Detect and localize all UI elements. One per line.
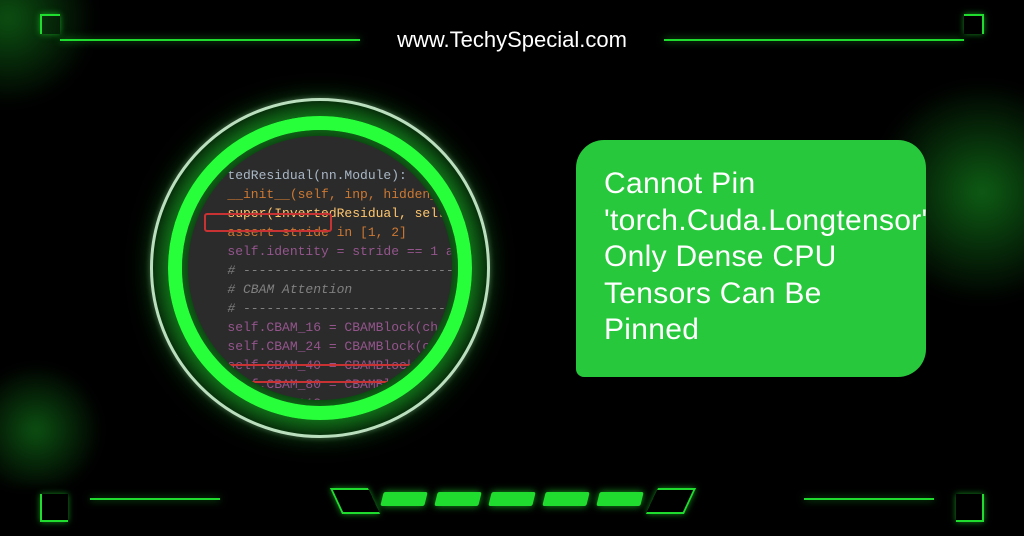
- code-line: super(InvertedResidual, self): [198, 204, 452, 223]
- site-name-label: www.TechySpecial.com: [397, 27, 627, 53]
- code-line: self.CBAM_24 = CBAMBlock(chann: [198, 337, 452, 356]
- code-line: vertedResidual(nn.Module):: [198, 166, 452, 185]
- corner-bracket-bottom-left: [40, 494, 68, 522]
- code-line: self.CBAM_80 = CBAMBlock(cha: [198, 375, 452, 394]
- hud-bracket-left-icon: [336, 488, 372, 510]
- fractal-decor-bottom-left: [0, 346, 120, 486]
- hud-segment: [596, 492, 643, 506]
- hud-segment: [488, 492, 535, 506]
- code-circle: vertedResidual(nn.Module): __init__(self…: [150, 98, 490, 438]
- title-card-text: Cannot Pin 'torch.Cuda.Longtensor' Only …: [604, 166, 898, 349]
- code-line: # ----------------------------: [198, 261, 452, 280]
- code-line: # ----------------------------: [198, 299, 452, 318]
- code-line: self.identity = stride == 1 and: [198, 242, 452, 261]
- corner-bracket-top-right: [964, 14, 984, 34]
- hud-bracket-right-icon: [652, 488, 688, 510]
- code-line: self.CBAM_16 = CBAMBlock(channel: [198, 318, 452, 337]
- hud-segment: [434, 492, 481, 506]
- code-line: lf.CBAM_112 = CBAMBlo: [198, 394, 452, 400]
- title-card: Cannot Pin 'torch.Cuda.Longtensor' Only …: [576, 140, 926, 377]
- header-bar: www.TechySpecial.com: [0, 20, 1024, 60]
- hud-line-left: [90, 498, 220, 500]
- corner-bracket-bottom-right: [956, 494, 984, 522]
- hud-segment: [380, 492, 427, 506]
- corner-bracket-top-left: [40, 14, 60, 34]
- header-divider-left: [60, 39, 360, 41]
- hud-segment: [542, 492, 589, 506]
- code-snippet: vertedResidual(nn.Module): __init__(self…: [198, 166, 452, 400]
- code-line: # CBAM Attention: [198, 280, 452, 299]
- code-line: assert stride in [1, 2]: [198, 223, 452, 242]
- header-divider-right: [664, 39, 964, 41]
- hud-line-right: [804, 498, 934, 500]
- code-line: __init__(self, inp, hidden_: [198, 185, 452, 204]
- hud-bottom-bar: [252, 486, 772, 512]
- code-circle-content: vertedResidual(nn.Module): __init__(self…: [188, 136, 452, 400]
- code-line: self.CBAM_40 = CBAMBlock(chan: [198, 356, 452, 375]
